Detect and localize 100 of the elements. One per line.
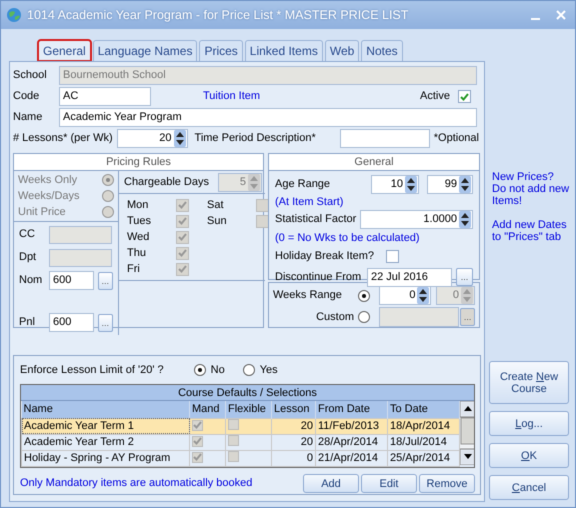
field-label: Unit Price xyxy=(18,204,66,220)
close-icon[interactable] xyxy=(555,9,567,21)
spinner-icon[interactable] xyxy=(405,176,417,192)
side-button[interactable]: Cancel xyxy=(489,475,569,500)
table-cell: 0 xyxy=(272,450,316,466)
checkbox[interactable] xyxy=(192,436,203,446)
table-cell: Academic Year Term 1 xyxy=(22,418,190,434)
text-field[interactable] xyxy=(340,129,430,148)
field-label: Time Period Description* xyxy=(194,131,316,146)
table-button[interactable]: Edit xyxy=(361,474,417,493)
field-label: Weeks Range xyxy=(273,288,343,304)
table-button[interactable]: Add xyxy=(303,474,359,493)
table-row[interactable]: Academic Year Term 2 20 28/Apr/2014 18/Jul/2014 xyxy=(22,434,460,450)
item-type-label: Tuition Item xyxy=(203,89,260,104)
tab[interactable]: General xyxy=(38,40,91,61)
tab[interactable]: Linked Items xyxy=(244,40,323,61)
table-cell: 20 xyxy=(272,434,316,450)
table-cell: Holiday - Spring - AY Program xyxy=(22,450,190,466)
group-header: Pricing Rules xyxy=(14,154,263,171)
side-button[interactable]: OK xyxy=(489,443,569,468)
table-cell: 28/Apr/2014 xyxy=(316,434,388,450)
column-header[interactable]: Mand xyxy=(190,401,226,418)
number-field[interactable]: 99 xyxy=(427,174,473,194)
field-label: Statistical Factor xyxy=(275,212,356,228)
checkbox[interactable] xyxy=(458,90,471,103)
field-label: Fri xyxy=(127,262,141,277)
table-row[interactable]: Academic Year Term 1 20 11/Feb/2013 18/Apr/2014 xyxy=(22,418,460,434)
hint-text: (0 = No Wks to be calculated) xyxy=(275,230,420,246)
field-label: Wed xyxy=(127,230,150,245)
lookup-button[interactable]: ... xyxy=(456,268,473,286)
scrollbar[interactable] xyxy=(460,401,474,465)
field-label: Sat xyxy=(207,198,225,213)
hint-text: (At Item Start) xyxy=(275,194,344,210)
spinner-icon[interactable] xyxy=(459,176,471,192)
field-label: Enforce Lesson Limit of '20' ? xyxy=(20,362,164,378)
text-field[interactable] xyxy=(49,226,112,244)
text-field[interactable]: Academic Year Program xyxy=(59,108,477,127)
table-cell: 11/Feb/2013 xyxy=(316,418,388,434)
field-label: Weeks/Days xyxy=(18,188,80,204)
table-button[interactable]: Remove xyxy=(419,474,475,493)
field-label: Weeks Only xyxy=(18,172,78,188)
info-text: Only Mandatory items are automatically booked xyxy=(20,476,254,492)
number-field[interactable]: 1.0000 xyxy=(360,210,473,229)
column-header[interactable]: Name xyxy=(22,401,190,418)
tab[interactable]: Prices xyxy=(199,40,243,61)
radio-button[interactable] xyxy=(194,364,206,376)
side-button[interactable]: Log... xyxy=(489,411,569,436)
column-header[interactable]: To Date xyxy=(388,401,460,418)
field-label: Active xyxy=(420,89,450,104)
number-field[interactable]: 20 xyxy=(116,129,188,148)
field-label: Custom xyxy=(315,310,355,325)
checkbox[interactable] xyxy=(192,452,203,462)
radio-button[interactable] xyxy=(242,364,255,376)
table-cell: 18/Jul/2014 xyxy=(388,434,460,450)
field-label: Discontinue From xyxy=(275,270,362,286)
field-label: Code xyxy=(13,89,40,104)
field-label: Nom xyxy=(19,273,44,288)
field-label: School xyxy=(13,68,48,84)
field-label: Chargeable Days xyxy=(124,174,209,190)
checkbox[interactable] xyxy=(192,420,203,430)
column-header[interactable]: From Date xyxy=(316,401,388,418)
text-field[interactable] xyxy=(49,248,112,266)
table-cell: 21/Apr/2014 xyxy=(316,450,388,466)
field-label: Sun xyxy=(207,214,228,229)
field-label: Dpt xyxy=(19,250,38,266)
field-label: No xyxy=(210,362,225,378)
field-label: *Optional xyxy=(434,131,479,146)
column-header[interactable]: Lesson xyxy=(272,401,316,418)
number-field[interactable]: 0 xyxy=(379,286,432,305)
field-label: # Lessons* (per Wk) xyxy=(13,131,113,146)
tab[interactable]: Language Names xyxy=(92,40,198,61)
group-header: General xyxy=(269,154,479,171)
globe-icon xyxy=(6,7,22,23)
note-text: New Prices? Do not add new Items! xyxy=(492,171,570,207)
checkbox[interactable] xyxy=(228,450,239,462)
side-button[interactable]: Create New Course xyxy=(489,361,569,404)
table-cell: 18/Apr/2014 xyxy=(388,418,460,434)
field-label: Thu xyxy=(127,246,147,261)
field-label: Name xyxy=(13,110,44,126)
number-field[interactable]: 10 xyxy=(371,174,419,194)
spinner-icon[interactable] xyxy=(459,211,471,228)
spinner-icon[interactable] xyxy=(174,130,186,147)
spinner-icon[interactable] xyxy=(417,287,430,304)
grid-title: Course Defaults / Selections xyxy=(21,385,474,401)
checkbox[interactable] xyxy=(228,434,239,446)
table-row[interactable]: Holiday - Spring - AY Program 0 21/Apr/2014 25/Apr/2014 xyxy=(22,450,460,466)
tab[interactable]: Notes xyxy=(361,40,403,61)
field-label: Yes xyxy=(260,362,278,378)
text-field[interactable]: AC xyxy=(59,87,151,106)
date-field[interactable]: 22 Jul 2016 xyxy=(367,268,452,287)
field-label: CC xyxy=(19,227,36,242)
window-title: 1014 Academic Year Program - for Price List * MASTER PRICE LIST xyxy=(27,6,410,24)
field-label: Mon xyxy=(127,198,150,213)
tab[interactable]: Web xyxy=(324,40,360,61)
column-header[interactable]: Flexible xyxy=(226,401,272,418)
checkbox[interactable] xyxy=(228,418,239,430)
checkbox[interactable] xyxy=(386,250,400,263)
radio-button[interactable] xyxy=(358,290,370,302)
field-label: Holiday Break Item? xyxy=(275,249,374,264)
table-cell: 25/Apr/2014 xyxy=(388,450,460,466)
